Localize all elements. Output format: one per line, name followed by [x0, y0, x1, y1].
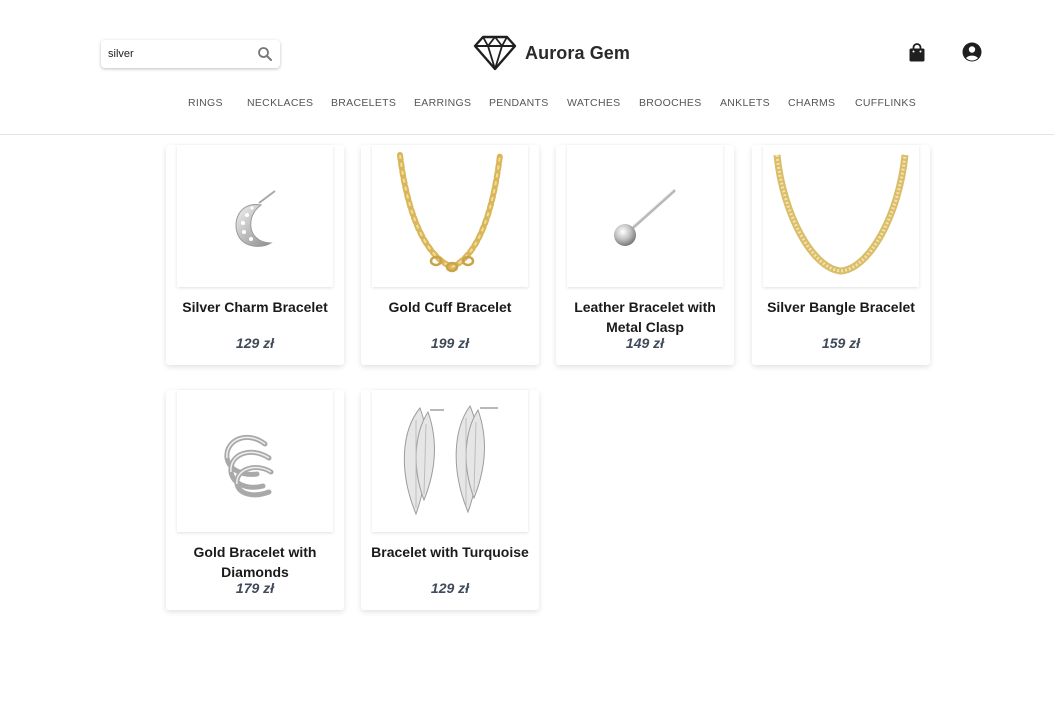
user-circle-icon[interactable] — [962, 42, 982, 62]
product-price: 149 zł — [625, 335, 665, 351]
product-image[interactable] — [763, 145, 919, 287]
category-nav: RINGS NECKLACES BRACELETS EARRINGS PENDA… — [0, 97, 1054, 111]
product-name[interactable]: Silver Charm Bracelet — [172, 297, 338, 317]
product-price: 129 zł — [235, 335, 275, 351]
gold-herringbone-chain-image — [773, 154, 909, 275]
product-price: 129 zł — [430, 580, 470, 596]
nav-item-anklets[interactable]: ANKLETS — [720, 97, 770, 109]
nav-item-rings[interactable]: RINGS — [188, 97, 223, 109]
nav-item-bracelets[interactable]: BRACELETS — [331, 97, 396, 109]
product-image[interactable] — [177, 145, 333, 287]
product-name[interactable]: Gold Bracelet with Diamonds — [172, 542, 338, 582]
silver-stud-earring-image — [614, 189, 676, 246]
product-card[interactable]: Bracelet with Turquoise 129 zł — [361, 390, 539, 610]
product-price: 199 zł — [430, 335, 470, 351]
product-card[interactable]: Leather Bracelet with Metal Clasp 149 zł — [556, 145, 734, 365]
product-image[interactable] — [177, 390, 333, 532]
gold-chain-necklace-image — [397, 152, 503, 273]
nav-item-earrings[interactable]: EARRINGS — [414, 97, 471, 109]
product-name[interactable]: Leather Bracelet with Metal Clasp — [562, 297, 728, 337]
product-card[interactable]: Gold Cuff Bracelet 199 zł — [361, 145, 539, 365]
site-header: Aurora Gem RINGS NECKLACES BRACELETS EAR… — [0, 0, 1054, 135]
silver-leaf-earrings-image — [403, 404, 498, 516]
silver-ear-cuff-image — [224, 434, 274, 498]
nav-item-charms[interactable]: CHARMS — [788, 97, 835, 109]
nav-item-pendants[interactable]: PENDANTS — [489, 97, 549, 109]
product-price: 159 zł — [821, 335, 861, 351]
nav-item-cufflinks[interactable]: CUFFLINKS — [855, 97, 916, 109]
nav-item-brooches[interactable]: BROOCHES — [639, 97, 702, 109]
product-card[interactable]: Gold Bracelet with Diamonds 179 zł — [166, 390, 344, 610]
silver-moon-earring-image — [235, 190, 276, 247]
search-box[interactable] — [101, 40, 280, 68]
product-price: 179 zł — [235, 580, 275, 596]
product-card[interactable]: Silver Bangle Bracelet 159 zł — [752, 145, 930, 365]
product-name[interactable]: Silver Bangle Bracelet — [758, 297, 924, 317]
product-image[interactable] — [372, 145, 528, 287]
product-image[interactable] — [372, 390, 528, 532]
product-name[interactable]: Gold Cuff Bracelet — [367, 297, 533, 317]
shopping-bag-icon[interactable] — [908, 43, 926, 62]
search-icon[interactable] — [257, 46, 273, 62]
diamond-icon — [473, 35, 517, 71]
product-name[interactable]: Bracelet with Turquoise — [367, 542, 533, 562]
product-card[interactable]: Silver Charm Bracelet 129 zł — [166, 145, 344, 365]
search-input[interactable] — [108, 46, 248, 62]
nav-item-watches[interactable]: WATCHES — [567, 97, 620, 109]
brand-name: Aurora Gem — [525, 42, 631, 63]
product-image[interactable] — [567, 145, 723, 287]
brand-logo[interactable]: Aurora Gem — [472, 35, 630, 71]
nav-item-necklaces[interactable]: NECKLACES — [247, 97, 313, 109]
